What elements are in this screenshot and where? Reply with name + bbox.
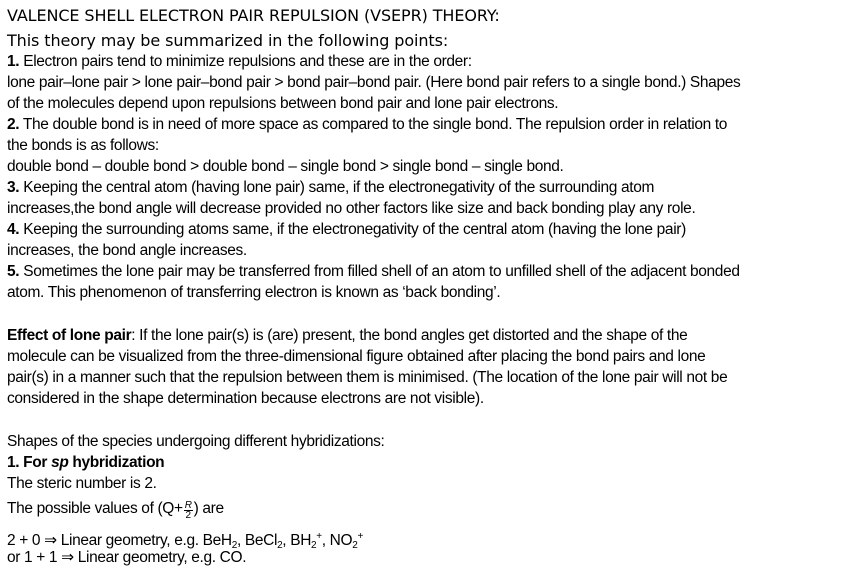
example-1-text: , BH	[282, 532, 312, 549]
point-2-text: The double bond is in need of more space…	[22, 116, 728, 133]
example-1-text: , BeCl	[236, 532, 278, 549]
point-5-number: 5.	[7, 263, 20, 280]
superscript: +	[357, 531, 363, 542]
sp-hybridization-heading: 1. For sp hybridization	[7, 453, 165, 473]
example-1-lead: 2 + 0 ⇒ Linear geometry, e.g. BeH	[7, 532, 232, 549]
lone-pair-label: Effect of lone pair	[7, 327, 132, 344]
point-1-number: 1.	[7, 53, 20, 70]
possible-values-pre: The possible values of (Q+	[7, 500, 183, 517]
lone-pair-line-3: pair(s) in a manner such that the repuls…	[7, 369, 728, 386]
point-1-line-3: of the molecules depend upon repulsions …	[7, 95, 559, 112]
steric-number-text: The steric number is 2.	[7, 475, 157, 492]
possible-values-post: ) are	[193, 500, 224, 517]
point-4-line-2: increases, the bond angle increases.	[7, 242, 247, 259]
possible-values-text: The possible values of (Q+ R 2) are	[7, 499, 224, 521]
point-4-number: 4.	[7, 221, 20, 238]
point-5-text: Sometimes the lone pair may be transferr…	[23, 263, 740, 280]
lone-pair-line-2: molecule can be visualized from the thre…	[7, 348, 706, 365]
point-5-line-1: 5. Sometimes the lone pair may be transf…	[7, 262, 740, 282]
point-3-number: 3.	[7, 179, 20, 196]
heading-number: 1. For	[7, 454, 52, 471]
intro-text: This theory may be summarized in the fol…	[7, 31, 449, 50]
point-4-text: Keeping the surrounding atoms same, if t…	[23, 221, 686, 238]
shapes-intro: Shapes of the species undergoing differe…	[7, 433, 385, 450]
lone-pair-line-1: Effect of lone pair: If the lone pair(s)…	[7, 326, 688, 346]
point-3-line-2: increases,the bond angle will decrease p…	[7, 200, 696, 217]
r-over-2-fraction: R2	[183, 501, 193, 521]
point-3-line-1: 3. Keeping the central atom (having lone…	[7, 178, 654, 198]
example-1-text: , NO	[321, 532, 353, 549]
point-5-line-2: atom. This phenomenon of transferring el…	[7, 284, 501, 301]
point-2-line-2: the bonds is as follows:	[7, 137, 159, 154]
lone-pair-line-4: considered in the shape determination be…	[7, 390, 484, 407]
point-4-line-1: 4. Keeping the surrounding atoms same, i…	[7, 220, 686, 240]
point-1-line-1: 1. Electron pairs tend to minimize repul…	[7, 52, 472, 72]
page-title: VALENCE SHELL ELECTRON PAIR REPULSION (V…	[7, 6, 500, 25]
lone-pair-text: : If the lone pair(s) is (are) present, …	[131, 327, 688, 344]
point-2-number: 2.	[7, 116, 20, 133]
point-1-line-2: lone pair–lone pair > lone pair–bond pai…	[7, 74, 741, 91]
example-line-2: or 1 + 1 ⇒ Linear geometry, e.g. CO.	[7, 549, 247, 566]
point-1-text: Electron pairs tend to minimize repulsio…	[23, 53, 472, 70]
point-2-line-1: 2. The double bond is in need of more sp…	[7, 115, 727, 135]
heading-rest: hybridization	[68, 454, 165, 471]
point-3-text: Keeping the central atom (having lone pa…	[23, 179, 655, 196]
point-2-line-3: double bond – double bond > double bond …	[7, 158, 564, 175]
fraction-denominator: 2	[185, 510, 192, 521]
heading-sp: sp	[51, 454, 69, 471]
